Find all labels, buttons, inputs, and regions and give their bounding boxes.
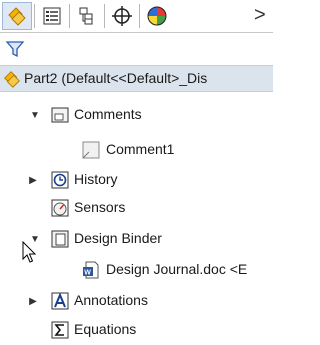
tree-node-comment1[interactable]: Comment1 <box>0 139 273 163</box>
tree-filter-bar <box>0 33 273 65</box>
tree-node-label: History <box>74 171 118 187</box>
design-binder-icon <box>50 229 70 249</box>
manager-tab-bar: > <box>0 0 273 33</box>
expand-arrow-icon[interactable]: ▶ <box>26 292 40 310</box>
dimxpert-manager-tab[interactable] <box>107 2 137 30</box>
tree-node-label: Comments <box>74 106 142 122</box>
toolbar-separator <box>34 4 35 28</box>
part-root-node[interactable]: Part2 (Default<<Default>_Dis <box>0 65 273 92</box>
filter-icon <box>5 41 25 58</box>
tree-node-label: Design Binder <box>74 230 162 246</box>
property-manager-tab[interactable] <box>37 2 67 30</box>
toolbar-separator <box>104 4 105 28</box>
feature-manager-icon <box>8 7 26 26</box>
toolbar-separator <box>139 4 140 28</box>
tree-node-label: Design Journal.doc <E <box>106 261 248 277</box>
tree-node-comments[interactable]: ▼ Comments <box>0 104 273 128</box>
comment-note-icon <box>81 140 101 160</box>
display-manager-icon <box>147 6 167 26</box>
tree-node-label: Sensors <box>74 199 126 215</box>
configuration-manager-icon <box>79 7 93 25</box>
tree-node-sensors[interactable]: Sensors <box>0 197 273 221</box>
part-name-label: Part2 (Default<<Default>_Dis <box>24 70 208 86</box>
display-manager-tab[interactable] <box>142 2 172 30</box>
tree-node-label: Comment1 <box>106 141 175 157</box>
sensors-icon <box>50 198 70 218</box>
property-manager-icon <box>43 7 61 25</box>
comments-folder-icon <box>50 105 70 125</box>
expand-arrow-icon[interactable]: ▶ <box>26 171 40 189</box>
tree-node-annotations[interactable]: ▶ Annotations <box>0 290 273 314</box>
tree-node-design-journal[interactable]: W Design Journal.doc <E <box>0 259 273 283</box>
part-icon <box>2 69 22 89</box>
configuration-manager-tab[interactable] <box>72 2 102 30</box>
history-icon <box>50 170 70 190</box>
equations-icon <box>50 320 70 340</box>
filter-button[interactable] <box>5 39 25 59</box>
svg-text:W: W <box>84 270 91 277</box>
tree-node-design-binder[interactable]: ▼ Design Binder <box>0 228 273 252</box>
toolbar-separator <box>69 4 70 28</box>
annotations-icon <box>50 291 70 311</box>
more-tabs-chevron-icon[interactable]: > <box>254 4 266 26</box>
tree-node-history[interactable]: ▶ History <box>0 169 273 193</box>
tree-node-label: Annotations <box>74 292 148 308</box>
dimxpert-manager-icon <box>112 6 132 26</box>
tree-node-equations[interactable]: Equations <box>0 319 273 343</box>
mouse-cursor-icon <box>22 241 37 263</box>
word-document-icon: W <box>81 260 101 280</box>
tree-node-label: Equations <box>74 321 137 337</box>
collapse-arrow-icon[interactable]: ▼ <box>28 106 42 124</box>
feature-manager-tab[interactable] <box>2 2 32 30</box>
